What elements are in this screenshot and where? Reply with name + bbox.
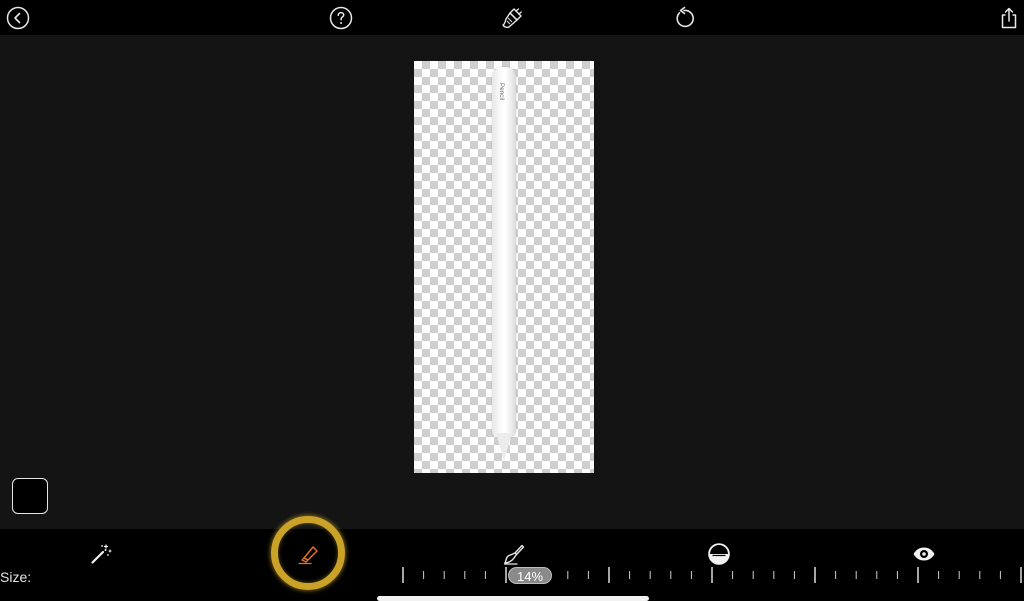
pencil-object [492, 67, 516, 437]
help-icon [329, 6, 353, 30]
share-icon [1001, 7, 1017, 29]
undo-icon [676, 6, 694, 28]
background-color-swatch[interactable] [12, 478, 48, 514]
undo-button[interactable] [670, 4, 698, 32]
magic-wand-icon [91, 544, 112, 564]
back-button[interactable] [4, 4, 32, 32]
brush-icon [502, 8, 522, 29]
share-button[interactable] [995, 4, 1023, 32]
size-label: Size: [0, 569, 32, 585]
brush-settings-button[interactable] [498, 4, 526, 32]
app-window: Pencil Size: 14% [0, 0, 1024, 601]
size-value-handle[interactable]: 14% [508, 567, 552, 584]
brand-label: Pencil [498, 83, 504, 101]
eraser-icon [298, 546, 318, 565]
home-indicator [377, 596, 649, 601]
image-preview[interactable]: Pencil [414, 61, 594, 473]
help-button[interactable] [327, 4, 355, 32]
back-icon [6, 6, 30, 30]
magic-wand-tool[interactable] [88, 541, 114, 567]
pencil-tip [496, 433, 512, 461]
top-toolbar [0, 0, 1024, 35]
size-slider-ruler[interactable] [398, 563, 1024, 587]
editing-canvas[interactable]: Pencil [0, 35, 1024, 529]
eraser-tool[interactable] [294, 540, 322, 568]
